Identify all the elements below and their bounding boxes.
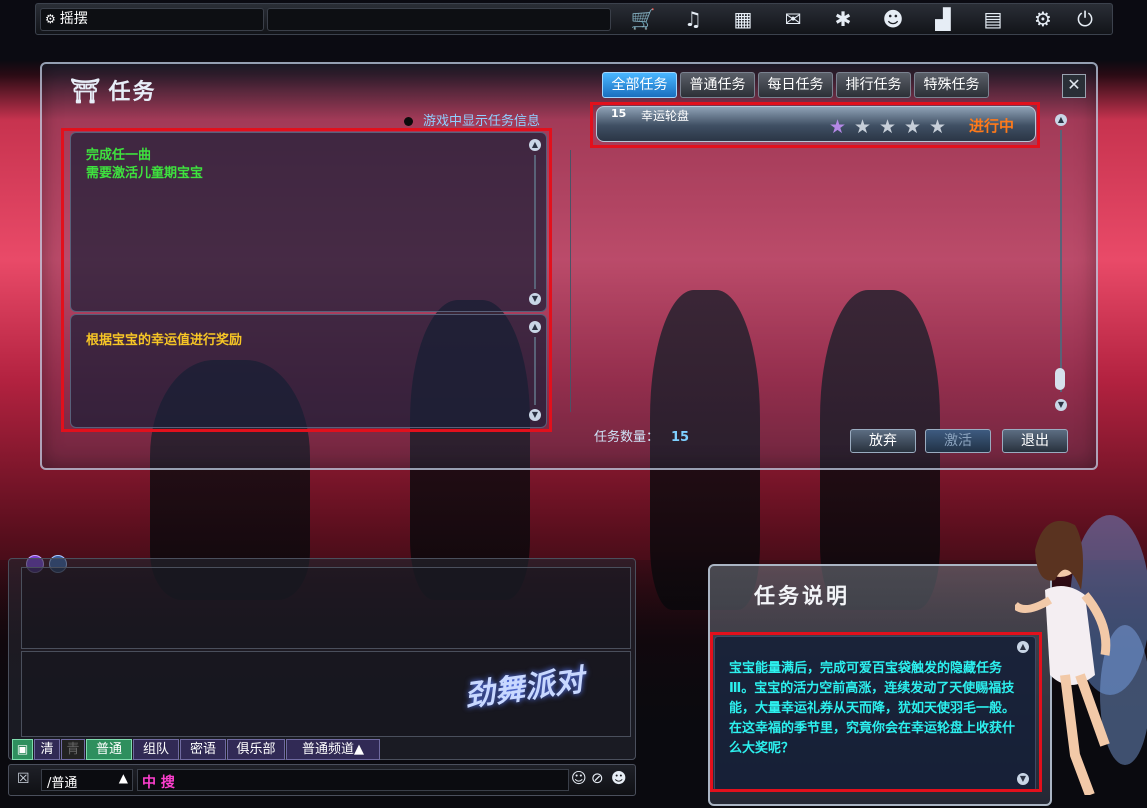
box-icon[interactable]: ▦: [726, 6, 760, 32]
exit-button[interactable]: 退出: [1002, 429, 1068, 453]
scrollbar-thumb[interactable]: [1055, 368, 1065, 390]
scroll-down-icon[interactable]: ▼: [1055, 399, 1067, 411]
show-info-toggle[interactable]: 游戏中显示任务信息: [404, 110, 540, 129]
chat-channel-whisper[interactable]: 密语: [180, 739, 226, 760]
highlight-frame: [710, 632, 1042, 792]
close-button[interactable]: ✕: [1062, 74, 1086, 98]
chat-input[interactable]: 中 搜: [137, 769, 569, 791]
book-icon[interactable]: ▤: [976, 6, 1010, 32]
top-toolbar: ⚙ 摇摆 🛒 ♫ ▦ ✉ ✱ ☻ ▟ ▤ ⚙ ⏻: [35, 3, 1113, 35]
shop-cart-icon[interactable]: 🛒: [626, 6, 660, 32]
chat-channel-normal[interactable]: 普通: [86, 739, 132, 760]
tab-daily[interactable]: 每日任务: [758, 72, 833, 98]
tab-special[interactable]: 特殊任务: [914, 72, 989, 98]
power-icon[interactable]: ⏻: [1068, 6, 1102, 32]
location-icon: ⚙: [45, 12, 56, 26]
quest-list-area: [570, 150, 571, 412]
emoticon-icon[interactable]: ☺: [571, 769, 587, 787]
quest-scroll-icon: ⛩: [70, 77, 103, 105]
couple-icon[interactable]: ☻: [876, 6, 910, 32]
quest-panel: ⛩ 任务 全部任务 普通任务 每日任务 排行任务 特殊任务 ✕ 游戏中显示任务信息…: [40, 62, 1098, 470]
location-field: ⚙ 摇摆: [40, 8, 264, 31]
dance-icon[interactable]: ✱: [826, 6, 860, 32]
abandon-button[interactable]: 放弃: [850, 429, 916, 453]
highlight-frame: [61, 128, 552, 432]
activate-button[interactable]: 激活: [925, 429, 991, 453]
radio-dot-icon[interactable]: [404, 117, 413, 126]
chat-channel-team[interactable]: 组队: [133, 739, 179, 760]
panel-title: ⛩ 任务: [70, 77, 157, 105]
chat-channel-green[interactable]: 青: [61, 739, 85, 760]
chat-channel-club[interactable]: 俱乐部: [227, 739, 285, 760]
chat-save-icon[interactable]: ▣: [12, 739, 33, 760]
scroll-up-icon[interactable]: ▲: [1055, 114, 1067, 126]
chevron-up-icon: ▲: [118, 771, 128, 785]
music-icon[interactable]: ♫: [676, 6, 710, 32]
chat-log-upper: [21, 567, 631, 649]
close-box-icon[interactable]: ☒: [17, 771, 30, 787]
chat-channel-clear[interactable]: 清: [34, 739, 60, 760]
chat-input-bar: ☒ /普通 ▲ 中 搜 ☺ ⊘ ☻: [8, 764, 636, 796]
tab-normal[interactable]: 普通任务: [680, 72, 755, 98]
chat-channel-dropdown[interactable]: /普通 ▲: [41, 769, 133, 791]
podium-icon[interactable]: ▟: [926, 6, 960, 32]
chat-bubble-icon[interactable]: ✉: [776, 6, 810, 32]
description-title: 任务说明: [754, 584, 850, 608]
highlight-frame: [590, 102, 1040, 148]
scrollbar-track[interactable]: [1060, 130, 1062, 392]
tab-all[interactable]: 全部任务: [602, 72, 677, 98]
fairy-mascot: [1015, 515, 1147, 795]
gear-icon[interactable]: ⚙: [1026, 6, 1060, 32]
chat-channel-select[interactable]: 普通频道▲: [286, 739, 380, 760]
top-empty-field: [267, 8, 611, 31]
tab-ranking[interactable]: 排行任务: [836, 72, 911, 98]
quest-count: 任务数量： 15: [594, 430, 690, 445]
quest-tabs: 全部任务 普通任务 每日任务 排行任务 特殊任务: [602, 72, 989, 98]
location-label: 摇摆: [59, 11, 88, 27]
quest-count-value: 15: [671, 430, 690, 445]
ime-mode: 中 搜: [142, 775, 175, 791]
link-icon[interactable]: ⊘: [591, 769, 604, 787]
chat-panel: 劲舞派对: [8, 558, 636, 760]
smile-icon[interactable]: ☻: [611, 769, 627, 787]
